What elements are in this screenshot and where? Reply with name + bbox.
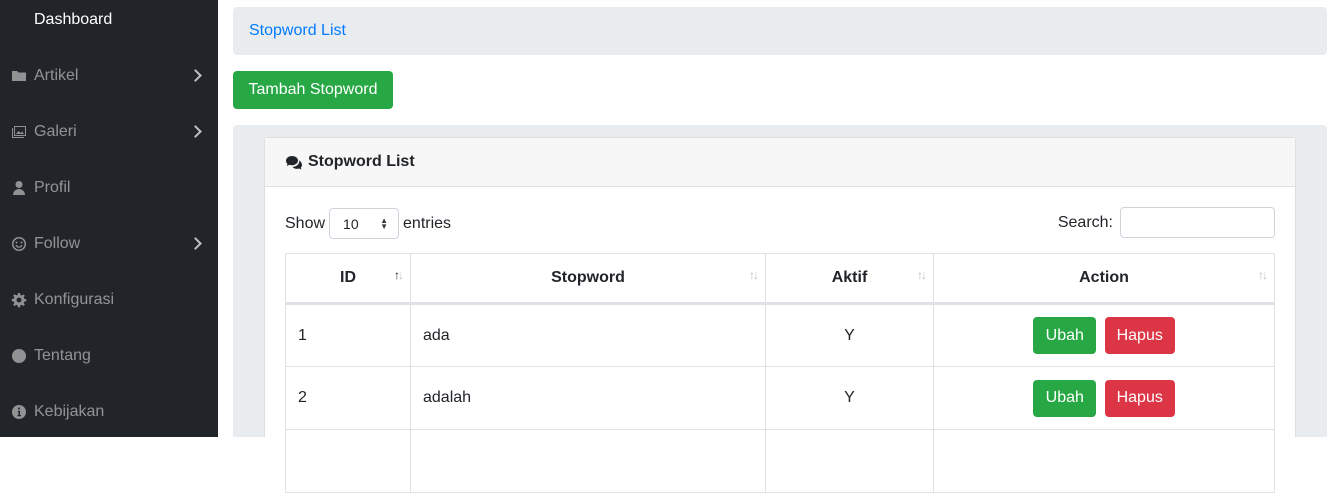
entries-select[interactable]: 10 ▲ ▼ [329,208,400,239]
entries-select-value: 10 [343,215,359,232]
chevron-right-icon [189,69,202,82]
edit-button[interactable]: Ubah [1033,379,1097,417]
column-header-label: ID [340,269,356,286]
add-stopword-button[interactable]: Tambah Stopword [233,71,393,109]
table-row: 1 ada Y Ubah Hapus [285,303,1275,367]
sidebar-item-label: Tentang [34,347,91,364]
cell-action [933,429,1275,493]
table-row: 2 adalah Y Ubah Hapus [285,366,1275,430]
sidebar-item-dashboard[interactable]: Dashboard [0,0,218,48]
dashboard-icon [10,11,28,29]
sidebar-item-follow[interactable]: Follow [0,216,218,272]
sidebar-item-label: Dashboard [34,11,113,28]
sort-icon: ↑↓ [1258,268,1268,282]
cell-action: Ubah Hapus [933,366,1275,430]
cell-id: 1 [285,303,411,367]
search-label: Search: [1057,213,1113,231]
folder-icon [10,67,28,85]
sidebar-item-label: Artikel [34,67,79,84]
cell-stopword: adalah [410,366,766,430]
sidebar-item-galeri[interactable]: Galeri [0,104,218,160]
card-header: Stopword List [265,138,1295,187]
column-header-stopword[interactable]: Stopword ↑↓ [410,253,766,305]
sidebar-item-label: Profil [34,179,71,196]
table-search: Search: [1058,207,1275,238]
column-header-label: Action [1079,269,1129,286]
table-header-row: ID ↑↓ Stopword ↑↓ Aktif ↑↓ Action ↑↓ [285,253,1275,305]
sort-updown-icon: ▲ ▼ [380,216,389,231]
info-icon [10,403,28,421]
sidebar-item-label: Kebijakan [34,403,105,420]
chevron-right-icon [189,237,202,250]
cell-aktif: Y [765,366,934,430]
edit-button[interactable]: Ubah [1033,317,1097,354]
cell-stopword [410,429,766,493]
cell-aktif: Y [765,303,934,367]
stopword-table: ID ↑↓ Stopword ↑↓ Aktif ↑↓ Action ↑↓ 1 a… [285,253,1275,493]
smile-icon [10,235,28,253]
sidebar: Dashboard Artikel Galeri Profil Follow K… [0,0,218,437]
column-header-label: Stopword [551,269,625,286]
entries-length-control: Show 10 ▲ ▼ entries [285,208,451,239]
card-title: Stopword List [308,153,415,170]
column-header-label: Aktif [831,269,868,286]
column-header-id[interactable]: ID ↑↓ [285,253,411,305]
sort-icon: ↑↓ [749,268,759,282]
sidebar-item-label: Konfigurasi [34,291,115,308]
show-label: Show [285,214,326,232]
sidebar-item-artikel[interactable]: Artikel [0,48,218,104]
sidebar-item-konfigurasi[interactable]: Konfigurasi [0,272,218,328]
sidebar-item-label: Follow [34,235,81,252]
images-icon [10,123,28,141]
cog-icon [10,291,28,309]
sidebar-item-kebijakan[interactable]: Kebijakan [0,384,218,440]
entries-label: entries [403,214,452,232]
search-input[interactable] [1120,207,1275,238]
cell-id: 2 [285,366,411,430]
chevron-right-icon [189,125,202,138]
sidebar-item-label: Galeri [34,123,77,140]
cell-action: Ubah Hapus [933,303,1275,367]
column-header-action[interactable]: Action ↑↓ [933,253,1275,305]
breadcrumb: Stopword List [233,7,1327,55]
column-header-aktif[interactable]: Aktif ↑↓ [765,253,934,305]
delete-button[interactable]: Hapus [1104,379,1175,417]
sort-icon: ↑↓ [917,268,927,282]
globe-icon [10,347,28,365]
comments-icon [286,155,302,170]
table-row [285,429,1275,493]
sort-asc-icon: ↑↓ [394,268,404,282]
cell-aktif [765,429,934,493]
cell-id [285,429,411,493]
sidebar-item-tentang[interactable]: Tentang [0,328,218,384]
user-icon [10,179,28,197]
delete-button[interactable]: Hapus [1104,317,1175,354]
cell-stopword: ada [410,303,766,367]
stopword-card: Stopword List Show 10 ▲ ▼ entries Search:… [264,137,1296,493]
sidebar-item-profil[interactable]: Profil [0,160,218,216]
breadcrumb-link-stopword-list[interactable]: Stopword List [249,22,346,40]
